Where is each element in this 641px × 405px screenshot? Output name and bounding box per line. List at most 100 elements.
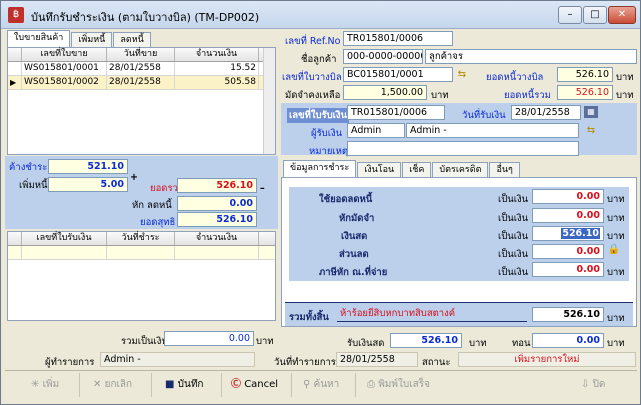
floppy-icon: ■ [165, 379, 175, 390]
scrollbar[interactable] [263, 48, 275, 154]
total-money-field[interactable]: 0.00 [164, 331, 254, 346]
sales-grid[interactable]: เลขที่ใบขาย วันที่ขาย จำนวนเงิน WS015801… [7, 47, 276, 155]
add-icon: ✳ [31, 379, 40, 390]
exit-icon: ⇩ [581, 379, 590, 390]
table-row[interactable]: ▶ WS015801/0002 28/01/2558 505.58 [8, 76, 275, 90]
total-field[interactable]: 526.10 [177, 178, 257, 193]
minimize-button[interactable]: – [558, 6, 582, 24]
customer-name-field[interactable]: ลูกค้าจร [425, 49, 637, 64]
cancel-icon: Ⓒ [231, 379, 241, 390]
grand-debt-field[interactable]: 526.10 [557, 85, 613, 100]
tab-credit-card[interactable]: บัตรเครดิต [432, 162, 489, 177]
table-row[interactable] [8, 246, 275, 260]
receiver-name-field[interactable]: Admin - [406, 123, 579, 138]
title-bar: ฿ บันทึกรับชำระเงิน (ตามใบวางบิล) (TM-DP… [1, 1, 640, 29]
note-field[interactable] [347, 141, 579, 156]
lock-icon[interactable]: 🔒 [607, 244, 621, 256]
add-debt-label: เพิ่มหนี้ [19, 180, 48, 191]
x-icon: ✕ [93, 379, 102, 390]
maximize-button[interactable]: □ [583, 6, 607, 24]
col-sale-amount: จำนวนเงิน [175, 48, 259, 61]
col-sale-date: วันที่ขาย [107, 48, 175, 61]
deposit-field[interactable]: 1,500.00 [343, 85, 427, 100]
customer-code-field[interactable]: 000-0000-00000 [343, 49, 423, 64]
cash-field[interactable]: 526.10 [532, 226, 604, 241]
binoculars-icon: ⚲ [303, 379, 311, 390]
close-button[interactable]: ⇩ ปิด [581, 376, 605, 394]
due-label: ค้างชำระ [9, 162, 48, 173]
close-window-button[interactable]: ✕ [608, 6, 636, 24]
pay-row-label: หักมัดจำ [339, 213, 375, 224]
bill-field[interactable]: BC015801/0001 [343, 67, 453, 82]
due-field[interactable]: 521.10 [48, 159, 128, 174]
receipt-date-label: วันที่รับเงิน [462, 110, 506, 121]
customer-label: ชื่อลูกค้า [301, 54, 337, 65]
bill-lookup-icon[interactable]: ⇆ [455, 69, 469, 81]
search-button[interactable]: ⚲ ค้นหา [303, 376, 339, 394]
col-pay-date: วันที่ชำระ [107, 232, 175, 245]
col-sale-no: เลขที่ใบขาย [22, 48, 107, 61]
received-field[interactable]: 526.10 [390, 333, 462, 348]
bill-total-field[interactable]: 526.10 [557, 67, 613, 82]
add-debt-field[interactable]: 5.00 [48, 177, 128, 192]
pay-row-label: ใช้ยอดลดหนี้ [319, 194, 373, 205]
grand-debt-label: ยอดหนี้รวม [504, 90, 551, 101]
printer-icon: ⎙ [367, 379, 375, 390]
ref-field[interactable]: TR015801/0006 [343, 31, 453, 46]
deposit-deduct-field[interactable]: 0.00 [532, 208, 604, 223]
grand-total-field[interactable]: 526.10 [532, 307, 604, 322]
receiver-code-field[interactable]: Admin [347, 123, 405, 138]
note-label: หมายเหตุ [309, 146, 349, 157]
reduce-label: หัก ลดหนี้ [132, 200, 172, 211]
receipt-no-field[interactable]: TR015801/0006 [347, 105, 445, 120]
save-button[interactable]: ■ บันทึก [165, 376, 203, 394]
total-money-label: รวมเป็นเงิน [121, 336, 168, 347]
table-row[interactable]: WS015801/0001 28/01/2558 15.52 [8, 62, 275, 76]
net-field[interactable]: 526.10 [177, 212, 257, 227]
app-icon: ฿ [8, 7, 24, 23]
grand-total-label: รวมทั้งสิ้น [289, 312, 329, 323]
change-field[interactable]: 0.00 [532, 333, 604, 348]
print-receipt-button[interactable]: ⎙ พิมพ์ใบเสร็จ [367, 376, 430, 394]
status-label: สถานะ [422, 357, 451, 368]
tax-field[interactable]: 0.00 [532, 262, 604, 277]
change-label: ทอน [512, 338, 531, 349]
cancel-document-button[interactable]: ✕ ยกเลิก [93, 376, 132, 394]
receiver-lookup-icon[interactable]: ⇆ [584, 125, 598, 137]
op-date-label: วันที่ทำรายการ [274, 357, 336, 368]
credit-note-field[interactable]: 0.00 [532, 189, 604, 204]
bill-label: เลขที่ใบวางบิล [282, 72, 342, 83]
add-button[interactable]: ✳ เพิ่ม [31, 376, 59, 394]
col-receipt-no: เลขที่ใบรับเงิน [22, 232, 107, 245]
tab-transfer[interactable]: เงินโอน [357, 162, 402, 177]
received-label: รับเงินสด [347, 338, 385, 349]
tab-other[interactable]: อื่นๆ [489, 162, 520, 177]
receiver-label: ผู้รับเงิน [311, 128, 343, 139]
op-date-field: 28/01/2558 [336, 352, 418, 367]
tab-sales[interactable]: ใบขายสินค้า [7, 30, 71, 47]
receipt-no-label: เลขที่ใบรับเงิน [287, 108, 350, 123]
deposit-label: มัดจำคงเหลือ [285, 90, 341, 101]
operator-label: ผู้ทำรายการ [45, 357, 95, 368]
pay-row-label: เงินสด [341, 231, 368, 242]
pay-row-label: ส่วนลด [339, 249, 369, 260]
cancel-button[interactable]: Ⓒ Cancel [231, 376, 278, 394]
col-receipt-amount: จำนวนเงิน [175, 232, 259, 245]
ref-label: เลขที่ Ref.No : [285, 36, 347, 47]
receipt-grid[interactable]: เลขที่ใบรับเงิน วันที่ชำระ จำนวนเงิน [7, 231, 276, 321]
amount-in-words: ห้าร้อยยี่สิบหกบาทสิบสตางค์ [337, 307, 527, 322]
operator-field: Admin - [100, 352, 255, 367]
pay-row-label: ภาษีหัก ณ.ที่จ่าย [319, 267, 388, 278]
net-label: ยอดสุทธิ [140, 217, 176, 228]
tab-payment-info[interactable]: ข้อมูลการชำระ [283, 160, 357, 177]
discount-field[interactable]: 0.00 [532, 244, 604, 259]
bill-total-label: ยอดหนี้วางบิล [486, 72, 544, 83]
app-window: ฿ บันทึกรับชำระเงิน (ตามใบวางบิล) (TM-DP… [0, 0, 641, 405]
tab-cheque[interactable]: เช็ค [402, 162, 432, 177]
receipt-date-field[interactable]: 28/01/2558 [511, 105, 581, 120]
reduce-field[interactable]: 0.00 [177, 196, 257, 211]
calendar-icon[interactable]: ▦ [584, 106, 598, 118]
tab-add-debt[interactable]: เพิ่มหนี้ [71, 32, 113, 47]
status-field: เพิ่มรายการใหม่ [458, 352, 636, 367]
tab-reduce-debt[interactable]: ลดหนี้ [113, 32, 151, 47]
